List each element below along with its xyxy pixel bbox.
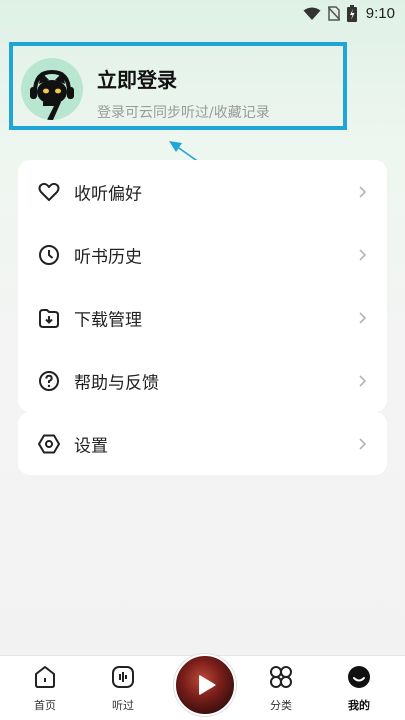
menu-card: 设置 xyxy=(18,412,387,475)
chevron-right-icon xyxy=(359,437,367,450)
menu-label: 收听偏好 xyxy=(74,184,142,204)
menu-label: 设置 xyxy=(74,436,108,456)
nav-mine[interactable]: 我的 xyxy=(329,664,389,713)
nav-listened[interactable]: 听过 xyxy=(93,664,153,713)
nav-label: 首页 xyxy=(34,699,56,712)
nav-category[interactable]: 分类 xyxy=(251,664,311,713)
nav-label: 听过 xyxy=(112,699,134,712)
login-card[interactable]: 立即登录 登录可云同步听过/收藏记录 xyxy=(9,42,347,130)
cat-mascot-icon xyxy=(30,69,74,120)
menu-label: 帮助与反馈 xyxy=(74,373,159,393)
menu-card: 收听偏好 听书历史 下载管理 帮助与反馈 xyxy=(18,160,387,412)
status-bar: 9:10 xyxy=(0,0,405,30)
help-icon xyxy=(39,370,59,391)
chevron-right-icon xyxy=(359,374,367,387)
status-icons: 9:10 xyxy=(303,5,395,22)
no-sim-icon xyxy=(327,6,340,21)
battery-icon xyxy=(346,5,357,22)
nav-label: 分类 xyxy=(270,699,292,712)
login-subtitle: 登录可云同步听过/收藏记录 xyxy=(97,105,270,121)
heart-icon xyxy=(38,182,60,201)
menu-item-help-feedback[interactable]: 帮助与反馈 xyxy=(18,349,387,412)
nav-label: 我的 xyxy=(348,699,370,712)
audio-icon xyxy=(112,666,134,688)
menu-label: 听书历史 xyxy=(74,247,142,267)
login-title[interactable]: 立即登录 xyxy=(97,64,177,93)
menu-item-settings[interactable]: 设置 xyxy=(18,412,387,475)
menu-item-history[interactable]: 听书历史 xyxy=(18,223,387,286)
wifi-icon xyxy=(303,7,321,20)
menu-item-downloads[interactable]: 下载管理 xyxy=(18,286,387,349)
chevron-right-icon xyxy=(359,185,367,198)
nav-home[interactable]: 首页 xyxy=(15,664,75,713)
avatar[interactable] xyxy=(21,58,83,120)
chevron-right-icon xyxy=(359,248,367,261)
now-playing-button[interactable] xyxy=(174,654,236,716)
settings-icon xyxy=(38,434,60,453)
clock-icon xyxy=(39,244,59,265)
menu-item-listening-preferences[interactable]: 收听偏好 xyxy=(18,160,387,223)
chevron-right-icon xyxy=(359,311,367,324)
play-icon xyxy=(199,675,216,695)
profile-icon xyxy=(348,666,370,688)
download-icon xyxy=(39,308,59,328)
status-time: 9:10 xyxy=(365,5,395,22)
category-icon xyxy=(270,666,292,688)
menu-label: 下载管理 xyxy=(74,310,142,330)
home-icon xyxy=(35,666,55,688)
